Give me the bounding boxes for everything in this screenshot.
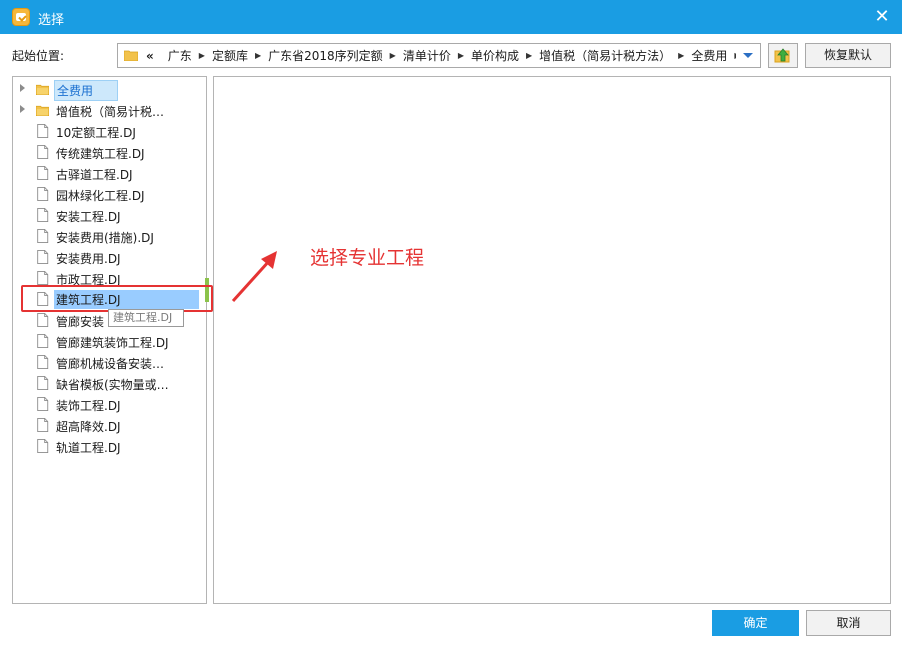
- tooltip: 建筑工程.DJ: [108, 309, 184, 327]
- tree-item-label: 全费用: [54, 80, 119, 101]
- path-breadcrumb-bar[interactable]: « 广东 ▶ 定额库 ▶ 广东省2018序列定额 ▶ 清单计价 ▶ 单价构成 ▶ 增值税（简易计税方…: [117, 43, 761, 68]
- tree-file-item[interactable]: 古驿道工程.DJ: [13, 163, 206, 183]
- folder-icon: [35, 82, 50, 96]
- breadcrumb-item[interactable]: 广东: [168, 47, 192, 64]
- close-button[interactable]: ✕: [862, 0, 902, 34]
- breadcrumb-item[interactable]: 定额库: [212, 47, 248, 64]
- file-tree[interactable]: 全费用增值税（简易计税… 10定额工程.DJ 传统建筑工程.DJ 古驿道工程.DJ 园林…: [12, 76, 207, 604]
- arrow-up-icon: [774, 47, 790, 62]
- tree-file-item[interactable]: 装饰工程.DJ: [13, 394, 206, 414]
- tree-item-label: 10定额工程.DJ: [56, 126, 136, 140]
- tree-item-label: 增值税（简易计税…: [56, 105, 165, 119]
- file-icon: [36, 313, 49, 327]
- ok-button[interactable]: 确定: [712, 610, 799, 636]
- tree-file-item[interactable]: 10定额工程.DJ: [13, 121, 206, 141]
- annotation-arrow-icon: [231, 251, 277, 303]
- tree-file-item[interactable]: 园林绿化工程.DJ: [13, 184, 206, 204]
- annotation-highlight-box: [21, 285, 213, 312]
- tree-item-label: 装饰工程.DJ: [56, 399, 121, 413]
- chevron-right-icon: ▶: [678, 51, 685, 60]
- file-icon: [36, 124, 49, 138]
- file-icon: [36, 376, 49, 390]
- tree-item-label: 缺省模板(实物量或…: [56, 378, 169, 392]
- tree-folder-item[interactable]: 增值税（简易计税…: [13, 100, 206, 120]
- tree-file-item[interactable]: 轨道工程.DJ: [13, 436, 206, 456]
- file-icon: [36, 145, 49, 159]
- chevron-right-icon: ▶: [254, 51, 262, 60]
- expand-arrow-icon[interactable]: [20, 84, 25, 92]
- tree-file-item[interactable]: 管廊机械设备安装…: [13, 352, 206, 372]
- tree-item-label: 安装工程.DJ: [56, 210, 121, 224]
- tree-item-label: 管廊机械设备安装…: [56, 357, 165, 371]
- start-location-label: 起始位置:: [12, 49, 65, 63]
- file-icon: [36, 187, 49, 201]
- file-icon: [36, 208, 49, 222]
- path-dropdown-button[interactable]: [736, 44, 760, 67]
- breadcrumb-item[interactable]: 单价构成: [471, 47, 519, 64]
- breadcrumb-item[interactable]: 广东省2018序列定额: [268, 47, 383, 64]
- expand-arrow-icon[interactable]: [20, 105, 25, 113]
- chevron-right-icon: ▶: [457, 51, 464, 60]
- folder-icon: [124, 50, 138, 61]
- breadcrumb-item[interactable]: 全费用: [691, 47, 727, 64]
- file-icon: [36, 271, 49, 285]
- tree-item-label: 古驿道工程.DJ: [56, 168, 133, 182]
- file-icon: [36, 439, 49, 453]
- chevron-down-icon: [743, 53, 753, 58]
- tree-item-label: 安装费用(措施).DJ: [56, 231, 154, 245]
- tree-item-label: 管廊建筑装饰工程.DJ: [56, 336, 169, 350]
- title-bar: 选择 ✕: [0, 0, 902, 34]
- tree-file-item[interactable]: 安装费用(措施).DJ: [13, 226, 206, 246]
- tree-file-item[interactable]: 超高降效.DJ: [13, 415, 206, 435]
- tree-item-label: 超高降效.DJ: [56, 420, 121, 434]
- tree-item-label: 安装费用.DJ: [56, 252, 121, 266]
- tree-file-item[interactable]: 安装工程.DJ: [13, 205, 206, 225]
- content-panel: [213, 76, 891, 604]
- file-icon: [36, 355, 49, 369]
- file-icon: [36, 418, 49, 432]
- file-icon: [36, 334, 49, 348]
- tree-item-label: 管廊安装: [56, 315, 105, 329]
- up-level-button[interactable]: [768, 43, 798, 68]
- tree-item-label: 传统建筑工程.DJ: [56, 147, 145, 161]
- window-title: 选择: [38, 13, 65, 28]
- chevron-right-icon: ▶: [526, 51, 533, 60]
- file-icon: [36, 397, 49, 411]
- restore-default-button[interactable]: 恢复默认: [805, 43, 891, 68]
- tree-file-item[interactable]: 管廊建筑装饰工程.DJ: [13, 331, 206, 351]
- breadcrumb-item[interactable]: 增值税（简易计税方法）: [539, 47, 671, 64]
- file-icon: [36, 229, 49, 243]
- chevron-right-icon: ▶: [198, 51, 205, 60]
- folder-icon: [35, 103, 50, 117]
- annotation-text: 选择专业工程: [310, 247, 425, 269]
- cancel-button[interactable]: 取消: [806, 610, 891, 636]
- tree-item-label: 轨道工程.DJ: [56, 441, 121, 455]
- app-icon: [12, 8, 30, 26]
- tree-file-item[interactable]: 传统建筑工程.DJ: [13, 142, 206, 162]
- file-icon: [36, 250, 49, 264]
- breadcrumb-item[interactable]: 清单计价: [403, 47, 451, 64]
- tree-folder-item[interactable]: 全费用: [13, 79, 206, 101]
- tree-file-item[interactable]: 安装费用.DJ: [13, 247, 206, 267]
- tree-file-item[interactable]: 缺省模板(实物量或…: [13, 373, 206, 393]
- file-icon: [36, 166, 49, 180]
- chevron-right-icon: ▶: [389, 51, 396, 60]
- tree-item-label: 园林绿化工程.DJ: [56, 189, 145, 203]
- path-back-button[interactable]: «: [146, 49, 154, 63]
